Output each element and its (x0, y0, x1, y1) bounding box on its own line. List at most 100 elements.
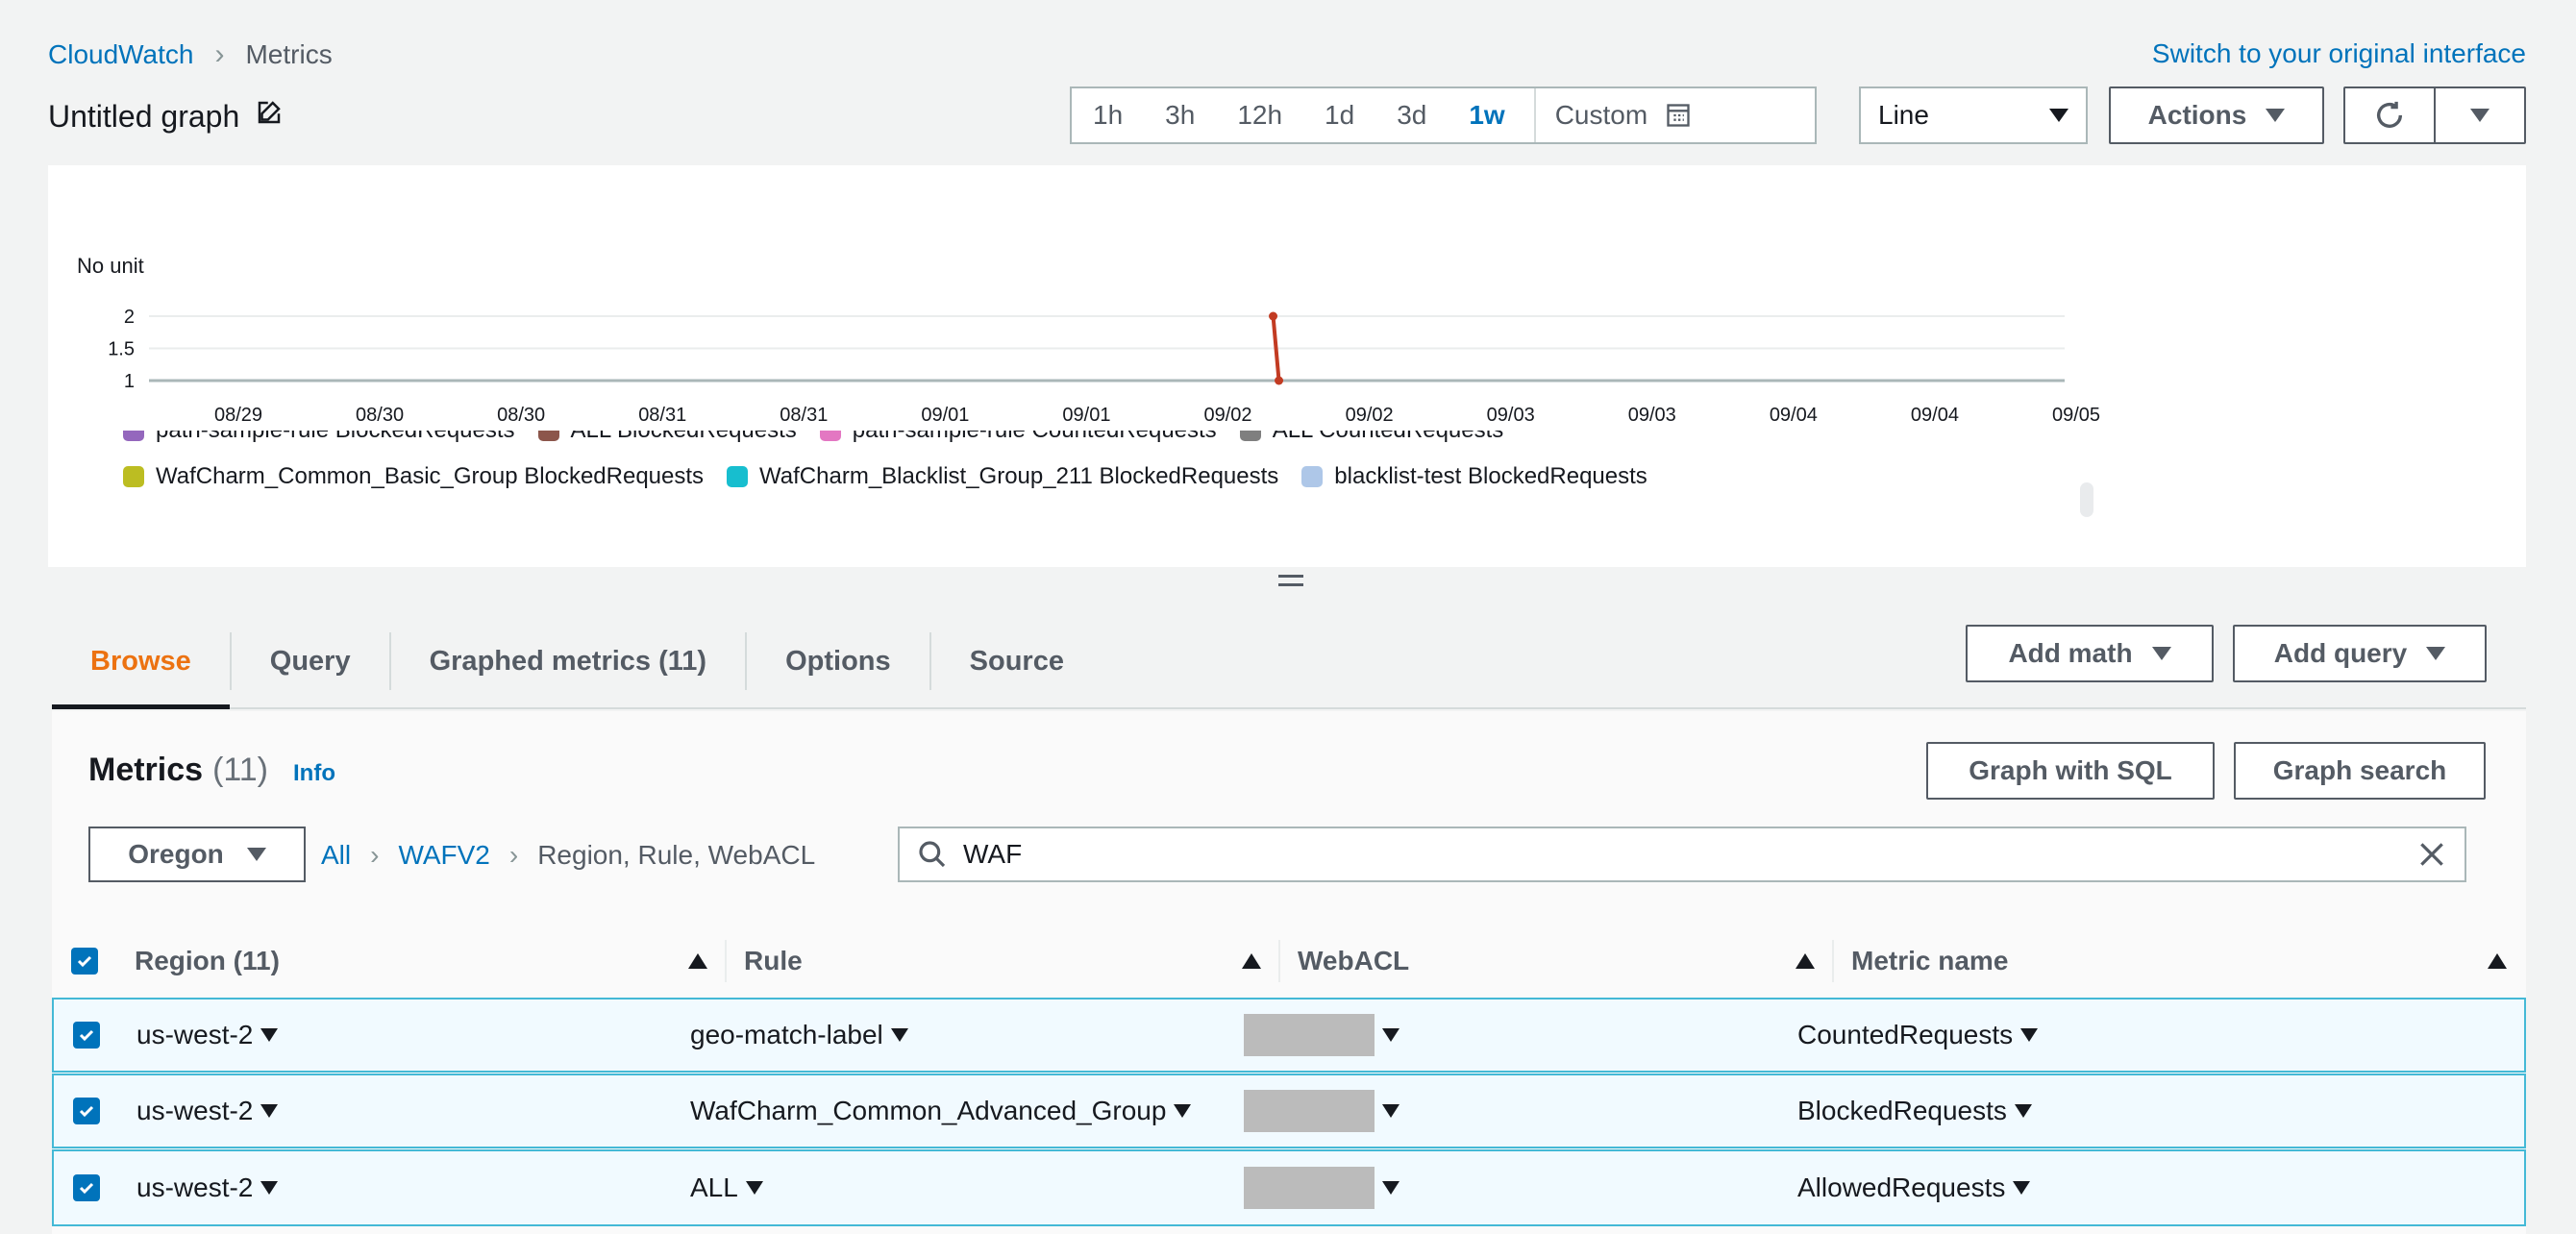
rule-cell: ALL (673, 1151, 1226, 1224)
y-tick-label: 1 (124, 371, 135, 392)
dimension-menu-icon[interactable] (745, 1181, 763, 1195)
dimension-menu-icon[interactable] (2020, 1028, 2039, 1042)
redacted-block (1244, 1014, 1375, 1056)
column-header-rule[interactable]: Rule (727, 925, 1278, 997)
tab-query[interactable]: Query (232, 615, 389, 707)
breadcrumb-all-link[interactable]: All (321, 840, 351, 871)
add-math-button[interactable]: Add math (1966, 625, 2214, 682)
dimension-menu-icon[interactable] (2014, 1104, 2032, 1118)
table-row[interactable]: us-west-2 ALL AllowedRequests (52, 1149, 2526, 1226)
chevron-right-icon: › (508, 840, 519, 870)
data-point (1269, 311, 1278, 321)
dimension-menu-icon[interactable] (260, 1028, 279, 1042)
time-range-1d[interactable]: 1d (1303, 88, 1375, 142)
dimension-menu-icon[interactable] (890, 1028, 908, 1042)
table-row[interactable]: us-west-2 WafCharm_Common_Advanced_Group… (52, 1074, 2526, 1148)
custom-range-button[interactable]: Custom (1533, 88, 1711, 142)
info-link[interactable]: Info (293, 760, 335, 787)
tab-graphed-metrics[interactable]: Graphed metrics (11) (391, 615, 746, 707)
breadcrumb-wafv2-link[interactable]: WAFV2 (398, 840, 489, 871)
region-value: us-west-2 (136, 1096, 254, 1125)
refresh-button[interactable] (2343, 86, 2436, 144)
select-all-cell (52, 947, 117, 975)
actions-label: Actions (2147, 100, 2247, 130)
legend-scrollbar[interactable] (2080, 482, 2093, 517)
rule-cell: WafCharm_Common_Advanced_Group (673, 1075, 1226, 1147)
dimension-menu-icon[interactable] (1382, 1181, 1399, 1195)
breadcrumb-cloudwatch-link[interactable]: CloudWatch (48, 39, 193, 70)
tab-source[interactable]: Source (931, 615, 1102, 707)
switch-interface-link[interactable]: Switch to your original interface (2152, 38, 2526, 69)
time-range-12h[interactable]: 12h (1216, 88, 1303, 142)
tab-browse[interactable]: Browse (52, 615, 230, 709)
time-range-3d[interactable]: 3d (1375, 88, 1448, 142)
legend-item[interactable]: WafCharm_Common_Basic_Group BlockedReque… (123, 463, 704, 490)
time-range-3h[interactable]: 3h (1144, 88, 1216, 142)
legend-label: blacklist-test BlockedRequests (1334, 463, 1647, 489)
refresh-icon (2376, 101, 2403, 128)
dimension-menu-icon[interactable] (1382, 1028, 1399, 1042)
rule-value: WafCharm_Common_Advanced_Group (690, 1096, 1167, 1125)
search-icon (919, 841, 946, 868)
table-row[interactable]: us-west-2 geo-match-label CountedRequest… (52, 998, 2526, 1073)
graph-with-sql-button[interactable]: Graph with SQL (1926, 742, 2215, 800)
metric-name-cell: BlockedRequests (1780, 1075, 2453, 1147)
legend-swatch (123, 466, 144, 487)
caret-down-icon (2049, 109, 2068, 122)
metric-name-cell: AllowedRequests (1780, 1151, 2453, 1224)
row-checkbox[interactable] (73, 1174, 100, 1201)
graph-search-button[interactable]: Graph search (2234, 742, 2486, 800)
x-tick-label: 09/03 (1628, 405, 1676, 426)
tab-options[interactable]: Options (747, 615, 929, 707)
dimension-menu-icon[interactable] (1174, 1104, 1192, 1118)
add-query-button[interactable]: Add query (2233, 625, 2487, 682)
x-tick-label: 09/02 (1346, 405, 1394, 426)
row-checkbox[interactable] (73, 1098, 100, 1124)
edit-icon[interactable] (255, 98, 284, 135)
legend-item[interactable]: path-sample-rule CountedRequests (819, 431, 1217, 444)
column-header-metric-name[interactable]: Metric name (1834, 925, 2524, 997)
legend-item[interactable]: WafCharm_Blacklist_Group_211 BlockedRequ… (727, 463, 1278, 490)
caret-down-icon (2426, 647, 2446, 660)
time-range-1h[interactable]: 1h (1072, 88, 1144, 142)
legend-item[interactable]: blacklist-test BlockedRequests (1301, 463, 1647, 490)
column-header-webacl[interactable]: WebACL (1280, 925, 1832, 997)
legend-item[interactable]: ALL CountedRequests (1239, 431, 1503, 444)
sort-ascending-icon (1796, 952, 1815, 969)
data-point (1275, 376, 1284, 385)
redacted-block (1244, 1090, 1375, 1132)
row-checkbox[interactable] (73, 1022, 100, 1049)
region-cell: us-west-2 (119, 1000, 673, 1071)
panel-resize-handle[interactable] (1278, 575, 1303, 592)
column-header-region[interactable]: Region (11) (117, 925, 725, 997)
chart-type-select[interactable]: Line (1859, 86, 2088, 144)
region-select[interactable]: Oregon (88, 827, 306, 882)
dimension-menu-icon[interactable] (260, 1104, 279, 1118)
column-label: WebACL (1298, 945, 1410, 975)
legend-swatch (537, 431, 559, 441)
time-range-group: 1h 3h 12h 1d 3d 1w Custom (1070, 86, 1817, 144)
actions-button[interactable]: Actions (2109, 86, 2324, 144)
region-cell: us-west-2 (119, 1151, 673, 1224)
refresh-options-button[interactable] (2434, 86, 2526, 144)
dimension-menu-icon[interactable] (1382, 1104, 1399, 1118)
clear-icon[interactable] (2416, 839, 2447, 870)
legend-label: ALL BlockedRequests (571, 431, 797, 444)
namespace-breadcrumb: All › WAFV2 › Region, Rule, WebACL (321, 840, 815, 871)
time-range-1w[interactable]: 1w (1448, 88, 1525, 142)
dimension-menu-icon[interactable] (260, 1181, 279, 1195)
metric-name-value: AllowedRequests (1797, 1172, 2006, 1202)
search-input[interactable] (963, 839, 2401, 870)
dimension-menu-icon[interactable] (2013, 1181, 2031, 1195)
legend-item[interactable]: ALL BlockedRequests (537, 431, 797, 444)
region-value: Oregon (128, 839, 224, 869)
legend-item[interactable]: path-sample-rule BlockedRequests (123, 431, 515, 444)
legend-swatch (1239, 431, 1261, 441)
x-axis-ticks: 08/29 08/30 08/30 08/31 08/31 09/01 09/01 09/02… (214, 405, 2100, 426)
x-tick-label: 08/30 (497, 405, 545, 426)
add-query-label: Add query (2273, 638, 2408, 668)
legend-label: WafCharm_Common_Basic_Group BlockedReque… (156, 463, 705, 489)
legend-swatch (123, 431, 144, 441)
x-tick-label: 08/31 (780, 405, 828, 426)
select-all-checkbox[interactable] (71, 947, 98, 975)
